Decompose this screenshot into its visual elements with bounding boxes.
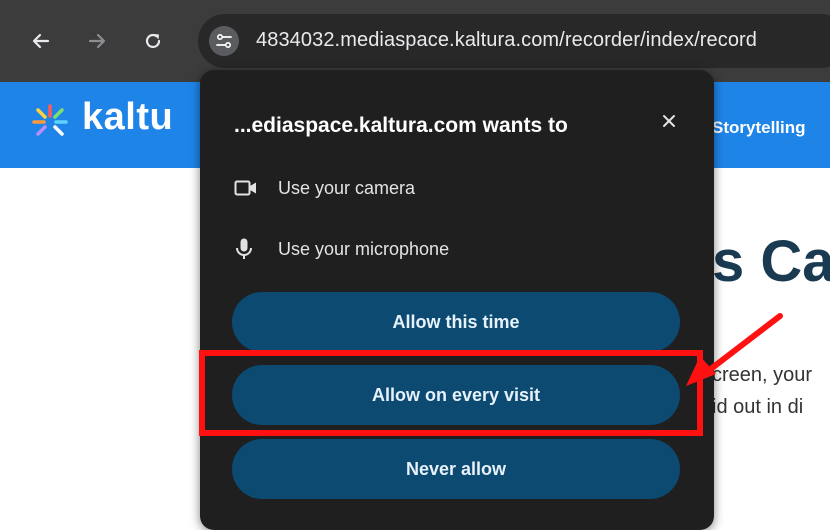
arrow-left-icon: [32, 33, 50, 49]
reload-icon: [145, 33, 161, 49]
page-title: s Ca: [712, 229, 830, 294]
permission-camera: Use your camera: [234, 173, 415, 203]
permission-label: Use your camera: [278, 177, 416, 198]
site-info-button[interactable]: [209, 26, 239, 56]
popup-title: ...ediaspace.kaltura.com wants to: [234, 114, 568, 137]
kaltura-logo-text[interactable]: kaltu: [82, 96, 173, 139]
page-text-line-1: creen, your: [712, 364, 813, 386]
address-bar[interactable]: 4834032.mediaspace.kaltura.com/recorder/…: [198, 14, 830, 68]
kaltura-logo-icon: [32, 104, 68, 136]
close-button[interactable]: [654, 106, 684, 136]
reload-button[interactable]: [136, 24, 170, 58]
tune-icon: [216, 33, 232, 49]
microphone-icon: [236, 238, 252, 259]
forward-button[interactable]: [80, 24, 114, 58]
highlight-box: [199, 350, 703, 436]
close-icon: [663, 115, 675, 127]
camera-icon: [234, 180, 256, 196]
permission-microphone: Use your microphone: [234, 234, 449, 264]
url-text[interactable]: 4834032.mediaspace.kaltura.com/recorder/…: [256, 29, 757, 52]
nav-item-storytelling[interactable]: Storytelling: [712, 118, 806, 138]
permission-label: Use your microphone: [278, 238, 450, 259]
permission-popup: ...ediaspace.kaltura.com wants to Use yo…: [200, 70, 714, 530]
never-allow-button[interactable]: Never allow: [232, 439, 680, 499]
allow-this-time-button[interactable]: Allow this time: [232, 292, 680, 352]
arrow-right-icon: [88, 33, 106, 49]
page-text-line-2: id out in di: [712, 396, 804, 418]
back-button[interactable]: [24, 24, 58, 58]
